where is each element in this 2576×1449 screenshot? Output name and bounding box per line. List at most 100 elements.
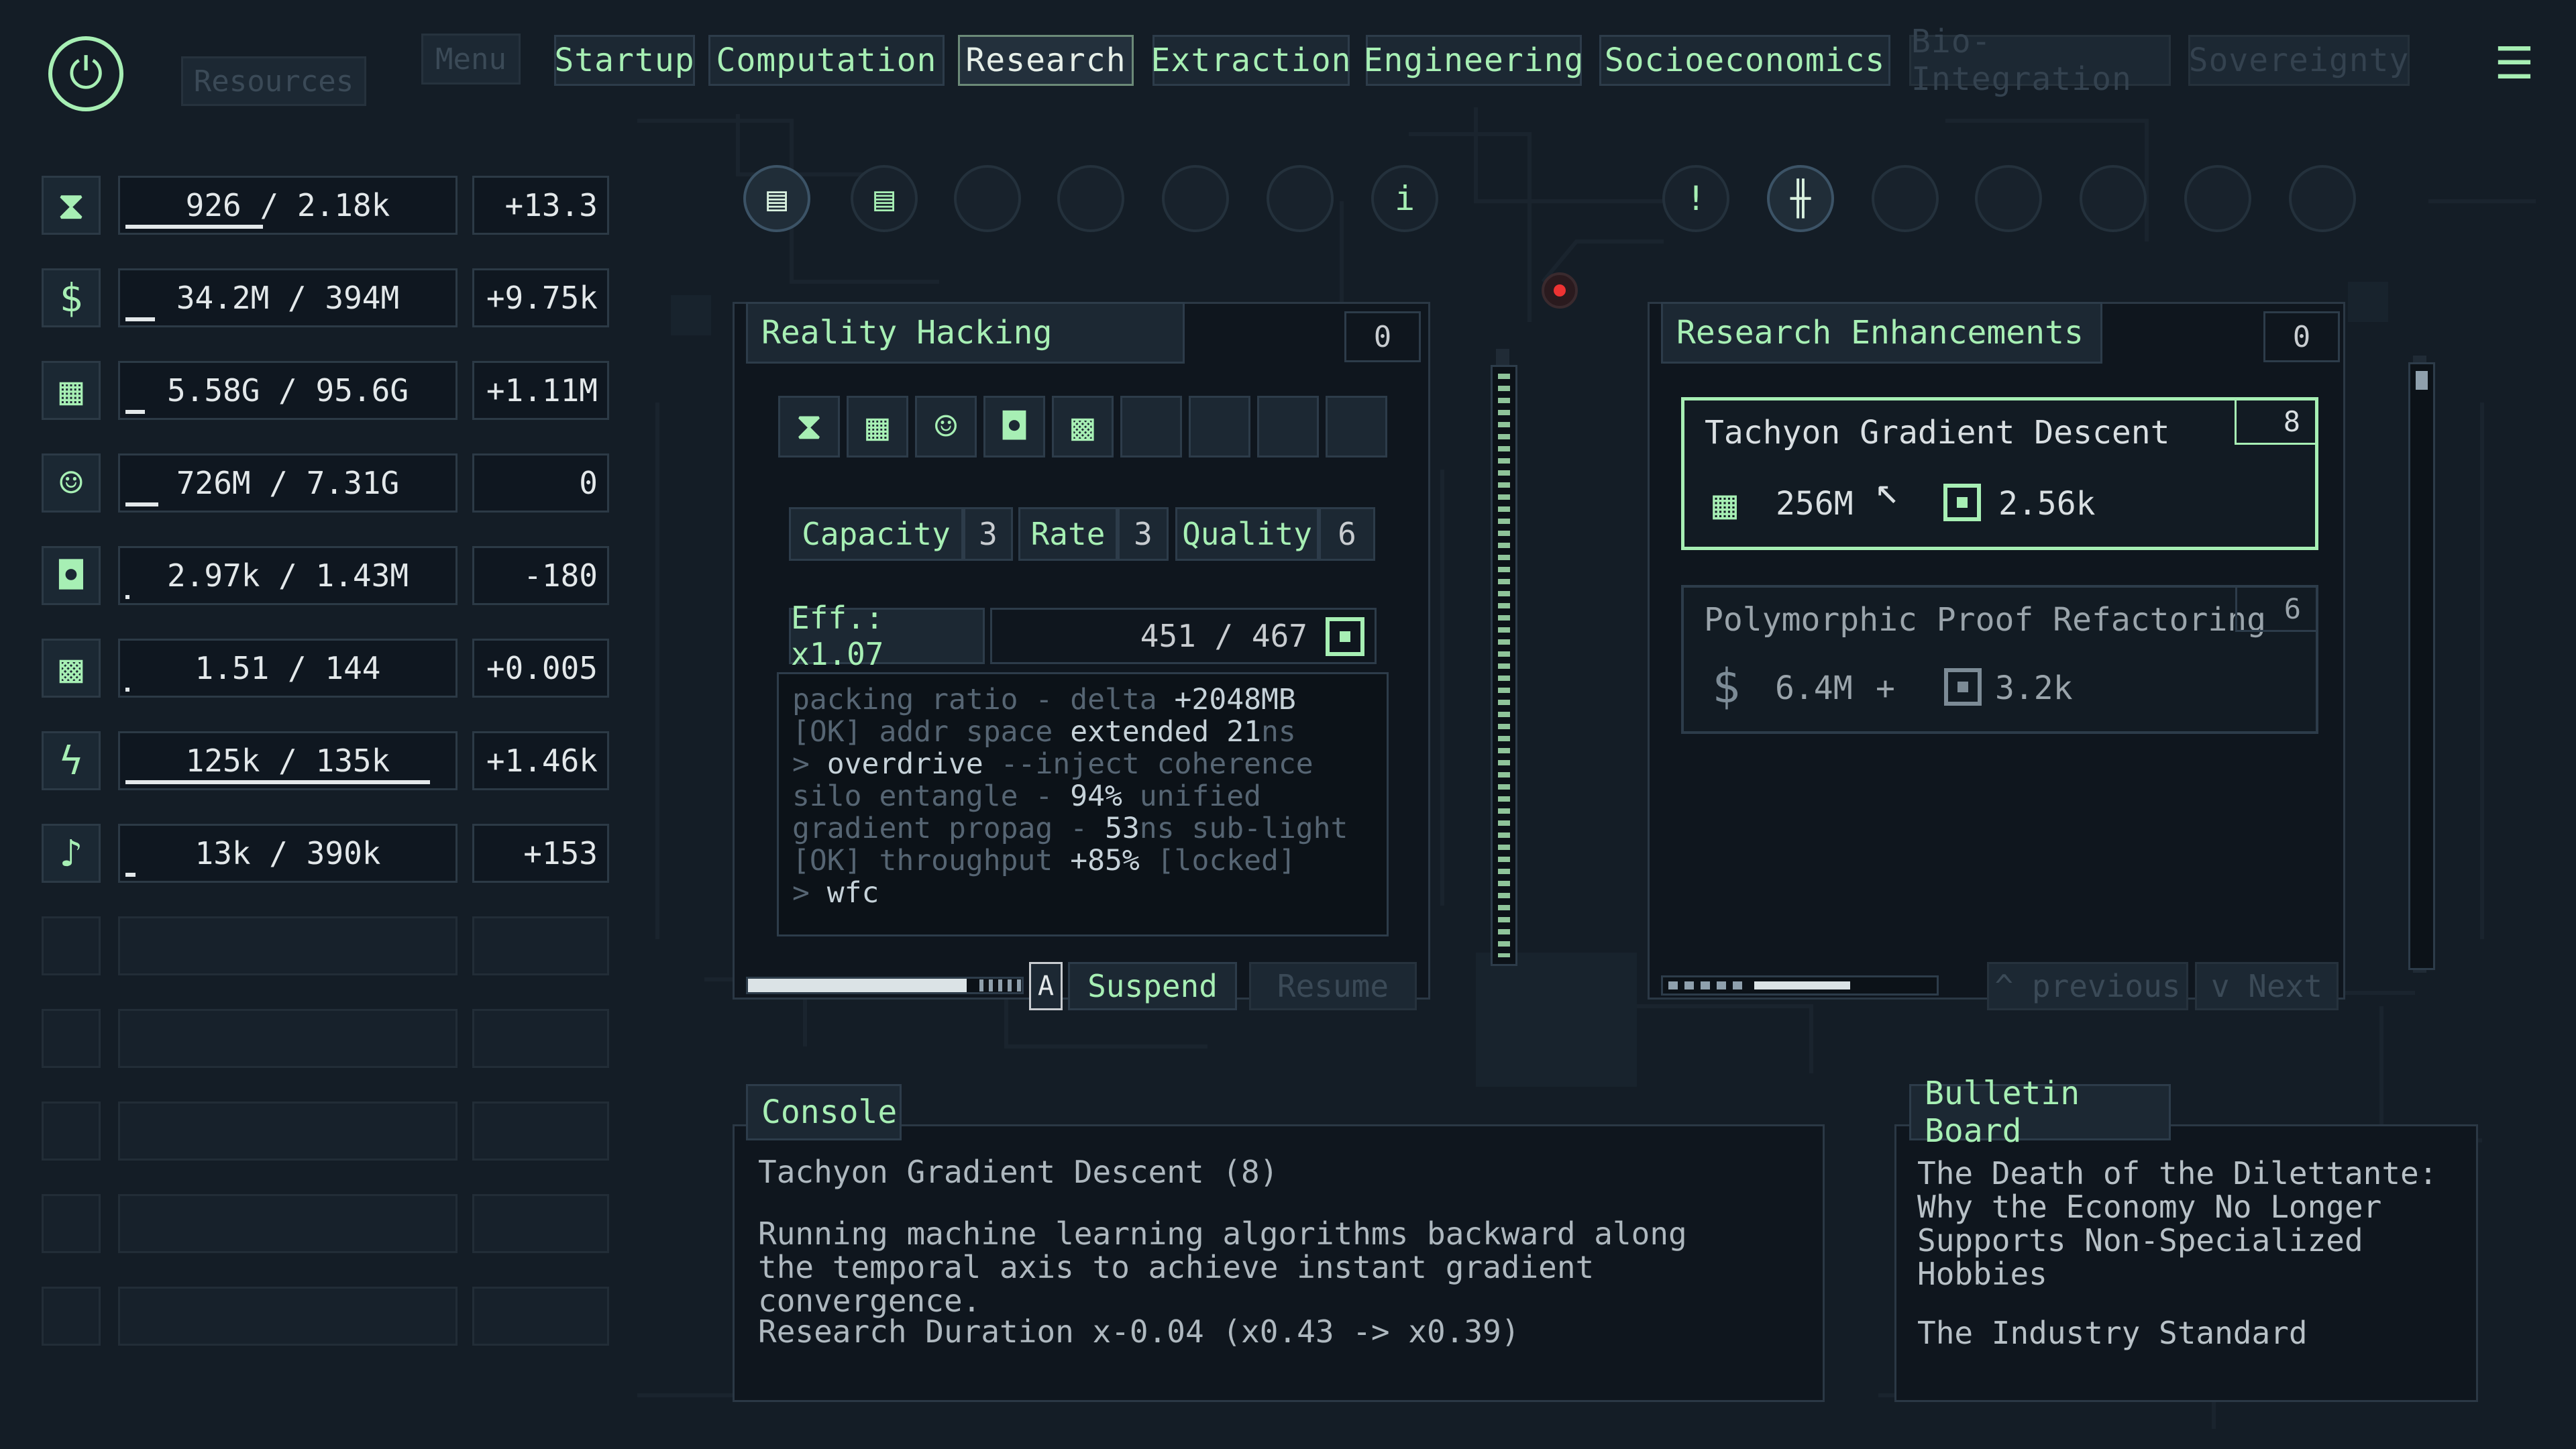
resource-value[interactable]: 726M / 7.31G	[118, 453, 458, 513]
next-button[interactable]: v Next	[2195, 962, 2339, 1010]
console-title: Console	[746, 1084, 902, 1140]
empty-resource-slot	[118, 916, 458, 975]
previous-button[interactable]: ^ previous	[1987, 962, 2188, 1010]
empty-rate-slot	[472, 916, 609, 975]
cursor-icon: ↖	[1875, 466, 1900, 513]
empty-slot[interactable]	[1120, 396, 1182, 458]
resource-fill	[125, 688, 129, 692]
empty-slot[interactable]	[1189, 396, 1250, 458]
empty-resource-slot	[118, 1102, 458, 1161]
resources-button[interactable]: Resources	[181, 56, 366, 106]
resource-rate: +13.3	[472, 176, 609, 235]
face-icon[interactable]: ☺	[915, 396, 977, 458]
empty-resource-icon-slot	[42, 916, 101, 975]
tab-startup[interactable]: Startup	[554, 35, 695, 86]
enhancement-scroll-track[interactable]	[1661, 975, 1939, 996]
empty-rate-slot	[472, 1287, 609, 1346]
resource-value[interactable]: 926 / 2.18k	[118, 176, 458, 235]
suspend-button[interactable]: Suspend	[1068, 962, 1237, 1010]
bulletin-source: The Industry Standard	[1917, 1315, 2308, 1351]
menu-button[interactable]: Menu	[421, 34, 521, 85]
tab-bio-integration[interactable]: Bio-Integration	[1909, 23, 2171, 98]
research-node[interactable]	[1975, 165, 2042, 232]
research-node[interactable]: i	[1371, 165, 1438, 232]
log-fragment: >	[792, 747, 827, 781]
progress-readout: 451 / 467	[990, 608, 1377, 664]
log-fragment: 94%	[1070, 780, 1122, 813]
tab-extraction[interactable]: Extraction	[1151, 35, 1351, 86]
research-node[interactable]: ▤	[743, 165, 810, 232]
empty-rate-slot	[472, 1194, 609, 1253]
auto-toggle[interactable]: A	[1029, 962, 1063, 1010]
enhancement-name: Polymorphic Proof Refactoring	[1704, 601, 2267, 639]
empty-slot[interactable]	[1257, 396, 1319, 458]
resource-fill	[125, 873, 136, 877]
research-node[interactable]	[2289, 165, 2356, 232]
power-icon[interactable]: ⏻	[48, 36, 123, 111]
tab-research[interactable]: Research	[958, 35, 1134, 86]
resource-amount: 34.2M / 394M	[176, 280, 400, 316]
grid-icon[interactable]: ▩	[1052, 396, 1114, 458]
resource-amount: 13k / 390k	[195, 835, 381, 871]
enhancement-name: Tachyon Gradient Descent	[1705, 414, 2170, 451]
resource-rate: +9.75k	[472, 268, 609, 327]
research-node[interactable]	[1267, 165, 1334, 232]
log-fragment: ns sub-light	[1139, 812, 1348, 845]
chip-icon[interactable]: ◘	[983, 396, 1045, 458]
log-fragment: unified	[1122, 780, 1261, 813]
log-fragment: packing ratio - delta	[792, 683, 1175, 716]
research-node[interactable]: ╫	[1767, 165, 1834, 232]
resource-amount: 5.58G / 95.6G	[166, 372, 409, 409]
log-fragment: silo entangle -	[792, 780, 1071, 813]
resource-value[interactable]: 125k / 135k	[118, 731, 458, 790]
log-line: silo entangle - 94% unified	[792, 780, 1373, 812]
resource-rate: +1.11M	[472, 361, 609, 420]
resource-rate: +153	[472, 824, 609, 883]
resource-value[interactable]: 34.2M / 394M	[118, 268, 458, 327]
resource-value[interactable]: 5.58G / 95.6G	[118, 361, 458, 420]
resource-value[interactable]: 1.51 / 144	[118, 639, 458, 698]
tab-socioeconomics[interactable]: Socioeconomics	[1599, 35, 1890, 86]
efficiency-readout: Eff.: x1.07	[789, 600, 985, 672]
reality-progress-fill	[748, 979, 967, 992]
research-node[interactable]	[1057, 165, 1124, 232]
resource-fill	[125, 317, 155, 321]
research-node[interactable]	[2184, 165, 2251, 232]
enhancement-cost-1: 6.4M	[1775, 669, 1853, 707]
resource-value[interactable]: 2.97k / 1.43M	[118, 546, 458, 605]
rate-label: Rate	[1018, 507, 1118, 561]
research-node[interactable]	[954, 165, 1021, 232]
empty-slot[interactable]	[1326, 396, 1387, 458]
research-node[interactable]	[2080, 165, 2147, 232]
calendar-icon[interactable]: ▦	[847, 396, 908, 458]
research-node[interactable]: !	[1662, 165, 1729, 232]
resource-value[interactable]: 13k / 390k	[118, 824, 458, 883]
red-core-icon	[1542, 272, 1578, 309]
enhancement-tachyon-card[interactable]: Tachyon Gradient Descent 8 ▦ 256M ↖ 2.56…	[1681, 397, 2318, 550]
log-fragment: [locked]	[1139, 844, 1296, 877]
log-fragment: >	[792, 876, 827, 910]
reality-progress-ticks	[979, 979, 1024, 991]
tab-sovereignty[interactable]: Sovereignty	[2188, 35, 2410, 86]
scroll-handle[interactable]	[2416, 371, 2428, 390]
resume-button[interactable]: Resume	[1249, 962, 1417, 1010]
tab-engineering[interactable]: Engineering	[1364, 35, 1583, 86]
hourglass-icon[interactable]: ⧗	[778, 396, 840, 458]
tab-computation[interactable]: Computation	[708, 35, 945, 86]
enhancement-level: 6	[2235, 588, 2316, 632]
console-effect: Research Duration x-0.04 (x0.43 -> x0.39…	[758, 1313, 1520, 1350]
log-fragment: ns	[1261, 715, 1296, 749]
resource-rate: 0	[472, 453, 609, 513]
right-vertical-track	[2408, 362, 2435, 970]
resource-fill	[125, 225, 263, 229]
enhancement-polymorphic-card[interactable]: Polymorphic Proof Refactoring 6 $ 6.4M +…	[1681, 585, 2318, 734]
enhancement-level: 8	[2235, 400, 2315, 445]
resource-fill	[125, 502, 158, 506]
enhancement-scroll-fill	[1754, 981, 1850, 989]
resource-fill	[125, 595, 129, 599]
research-node[interactable]: ▤	[851, 165, 918, 232]
research-node[interactable]	[1872, 165, 1939, 232]
settings-sliders-icon[interactable]: ☰	[2487, 36, 2541, 90]
research-node[interactable]	[1162, 165, 1229, 232]
log-line: gradient propag - 53ns sub-light	[792, 812, 1373, 845]
